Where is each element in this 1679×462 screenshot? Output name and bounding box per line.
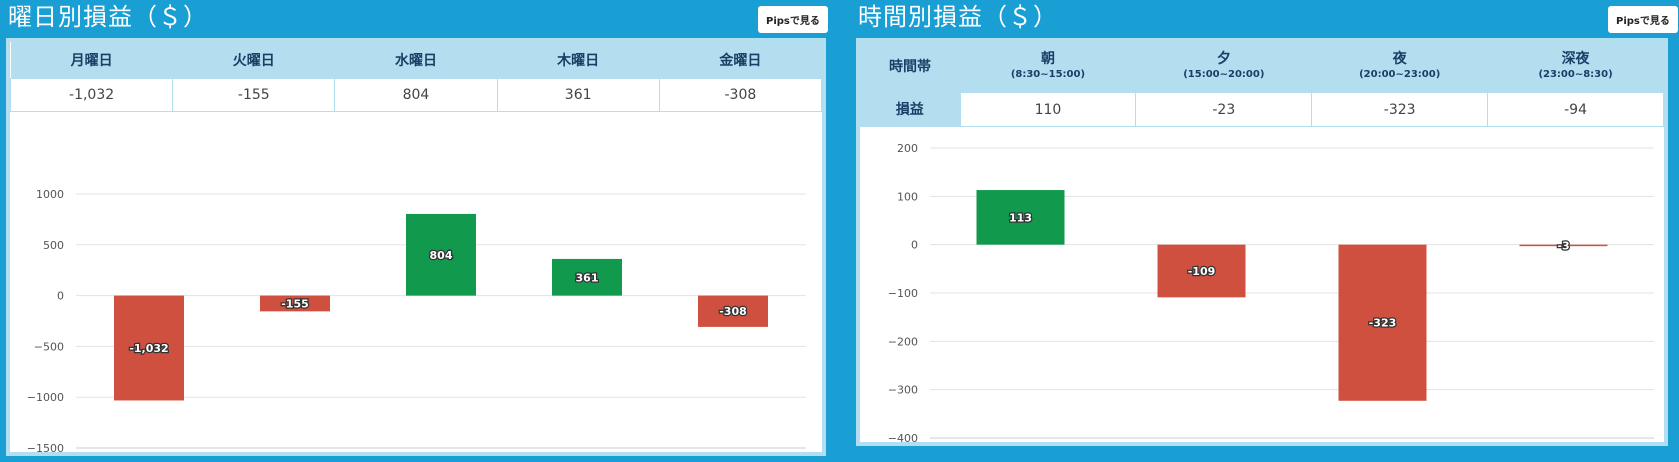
timeband-header-name: 夕 [1216,51,1231,67]
weekday-bar-chart: 10005000−500−1000−1500-1,032月-155火804水36… [27,188,806,452]
weekday-header: 月曜日 [10,42,173,79]
timeband-header-range: (8:30~15:00) [1010,69,1086,80]
y-tick-label: −300 [888,384,918,397]
timeband-header-range: (23:00~8:30) [1538,69,1613,80]
bar-value-label: -308 [719,305,747,318]
weekday-header-row: 月曜日 火曜日 水曜日 木曜日 金曜日 [10,42,822,79]
bar-value-label: -109 [1188,265,1216,278]
weekday-header: 火曜日 [172,42,335,79]
weekday-value: -308 [658,78,823,112]
y-tick-label: −100 [888,287,918,300]
y-tick-label: −200 [888,335,918,348]
bar-value-label: -3 [1557,239,1569,252]
timeband-header-range: (20:00~23:00) [1359,69,1441,80]
weekday-card: 月曜日 火曜日 水曜日 木曜日 金曜日 -1,032 -155 804 361 … [6,38,826,456]
timeband-table: 時間帯 朝 (8:30~15:00) 夕 (15:00~20:00) 夜 (20:00… [860,42,1664,127]
weekday-header: 金曜日 [659,42,822,79]
timeband-value-row: 損益 110 -23 -323 -94 [860,92,1664,127]
y-tick-label: 500 [43,239,64,252]
bar-value-label: -1,032 [129,342,168,355]
timeband-value: -23 [1135,92,1313,127]
timeband-bar-chart: 2001000−100−200−300−400113朝-109夕-323夜-3深… [888,142,1654,442]
y-tick-label: 200 [897,142,918,155]
weekday-title: 曜日別損益（＄） [8,3,208,31]
timeband-header: 深夜 (23:00~8:30) [1487,42,1664,93]
weekday-pips-button[interactable]: Pipsで見る [758,6,828,33]
weekday-value: -1,032 [9,78,174,112]
y-tick-label: −1500 [27,442,64,452]
timeband-header-row: 時間帯 朝 (8:30~15:00) 夕 (15:00~20:00) 夜 (20:00… [860,42,1664,93]
timeband-title: 時間別損益（＄） [858,3,1058,31]
timeband-value: -323 [1311,92,1489,127]
timeband-header-name: 夜 [1392,51,1407,67]
y-tick-label: −500 [34,340,64,353]
y-tick-label: −400 [888,432,918,442]
timeband-header-range: (15:00~20:00) [1183,69,1265,80]
timeband-value: 110 [959,92,1137,127]
y-tick-label: −1000 [27,391,64,404]
y-tick-label: 0 [911,239,918,252]
weekday-header: 木曜日 [497,42,660,79]
timeband-header-name: 朝 [1040,51,1055,67]
weekday-value-row: -1,032 -155 804 361 -308 [9,78,823,112]
bar-value-label: 361 [576,271,599,284]
timeband-card: 時間帯 朝 (8:30~15:00) 夕 (15:00~20:00) 夜 (20:00… [856,38,1668,446]
bar-value-label: -155 [281,297,309,310]
y-tick-label: 1000 [36,188,64,201]
timeband-header: 夜 (20:00~23:00) [1311,42,1488,93]
timeband-header-name: 深夜 [1561,51,1590,67]
weekday-value: -155 [172,78,336,112]
weekday-value: 361 [496,78,660,112]
timeband-header: 朝 (8:30~15:00) [960,42,1136,93]
y-tick-label: 100 [897,190,918,203]
weekday-value: 804 [334,78,498,112]
bar-value-label: 804 [430,249,453,262]
bar-value-label: 113 [1009,211,1032,224]
y-tick-label: 0 [57,290,64,303]
bar-value-label: -323 [1369,317,1397,330]
timeband-value: -94 [1487,92,1664,127]
timeband-row-header: 時間帯 [860,42,960,93]
timeband-pips-button[interactable]: Pipsで見る [1608,6,1678,33]
timeband-value-header: 損益 [860,92,960,127]
timeband-header: 夕 (15:00~20:00) [1135,42,1312,93]
weekday-header: 水曜日 [334,42,498,79]
weekday-table: 月曜日 火曜日 水曜日 木曜日 金曜日 -1,032 -155 804 361 … [9,42,823,112]
